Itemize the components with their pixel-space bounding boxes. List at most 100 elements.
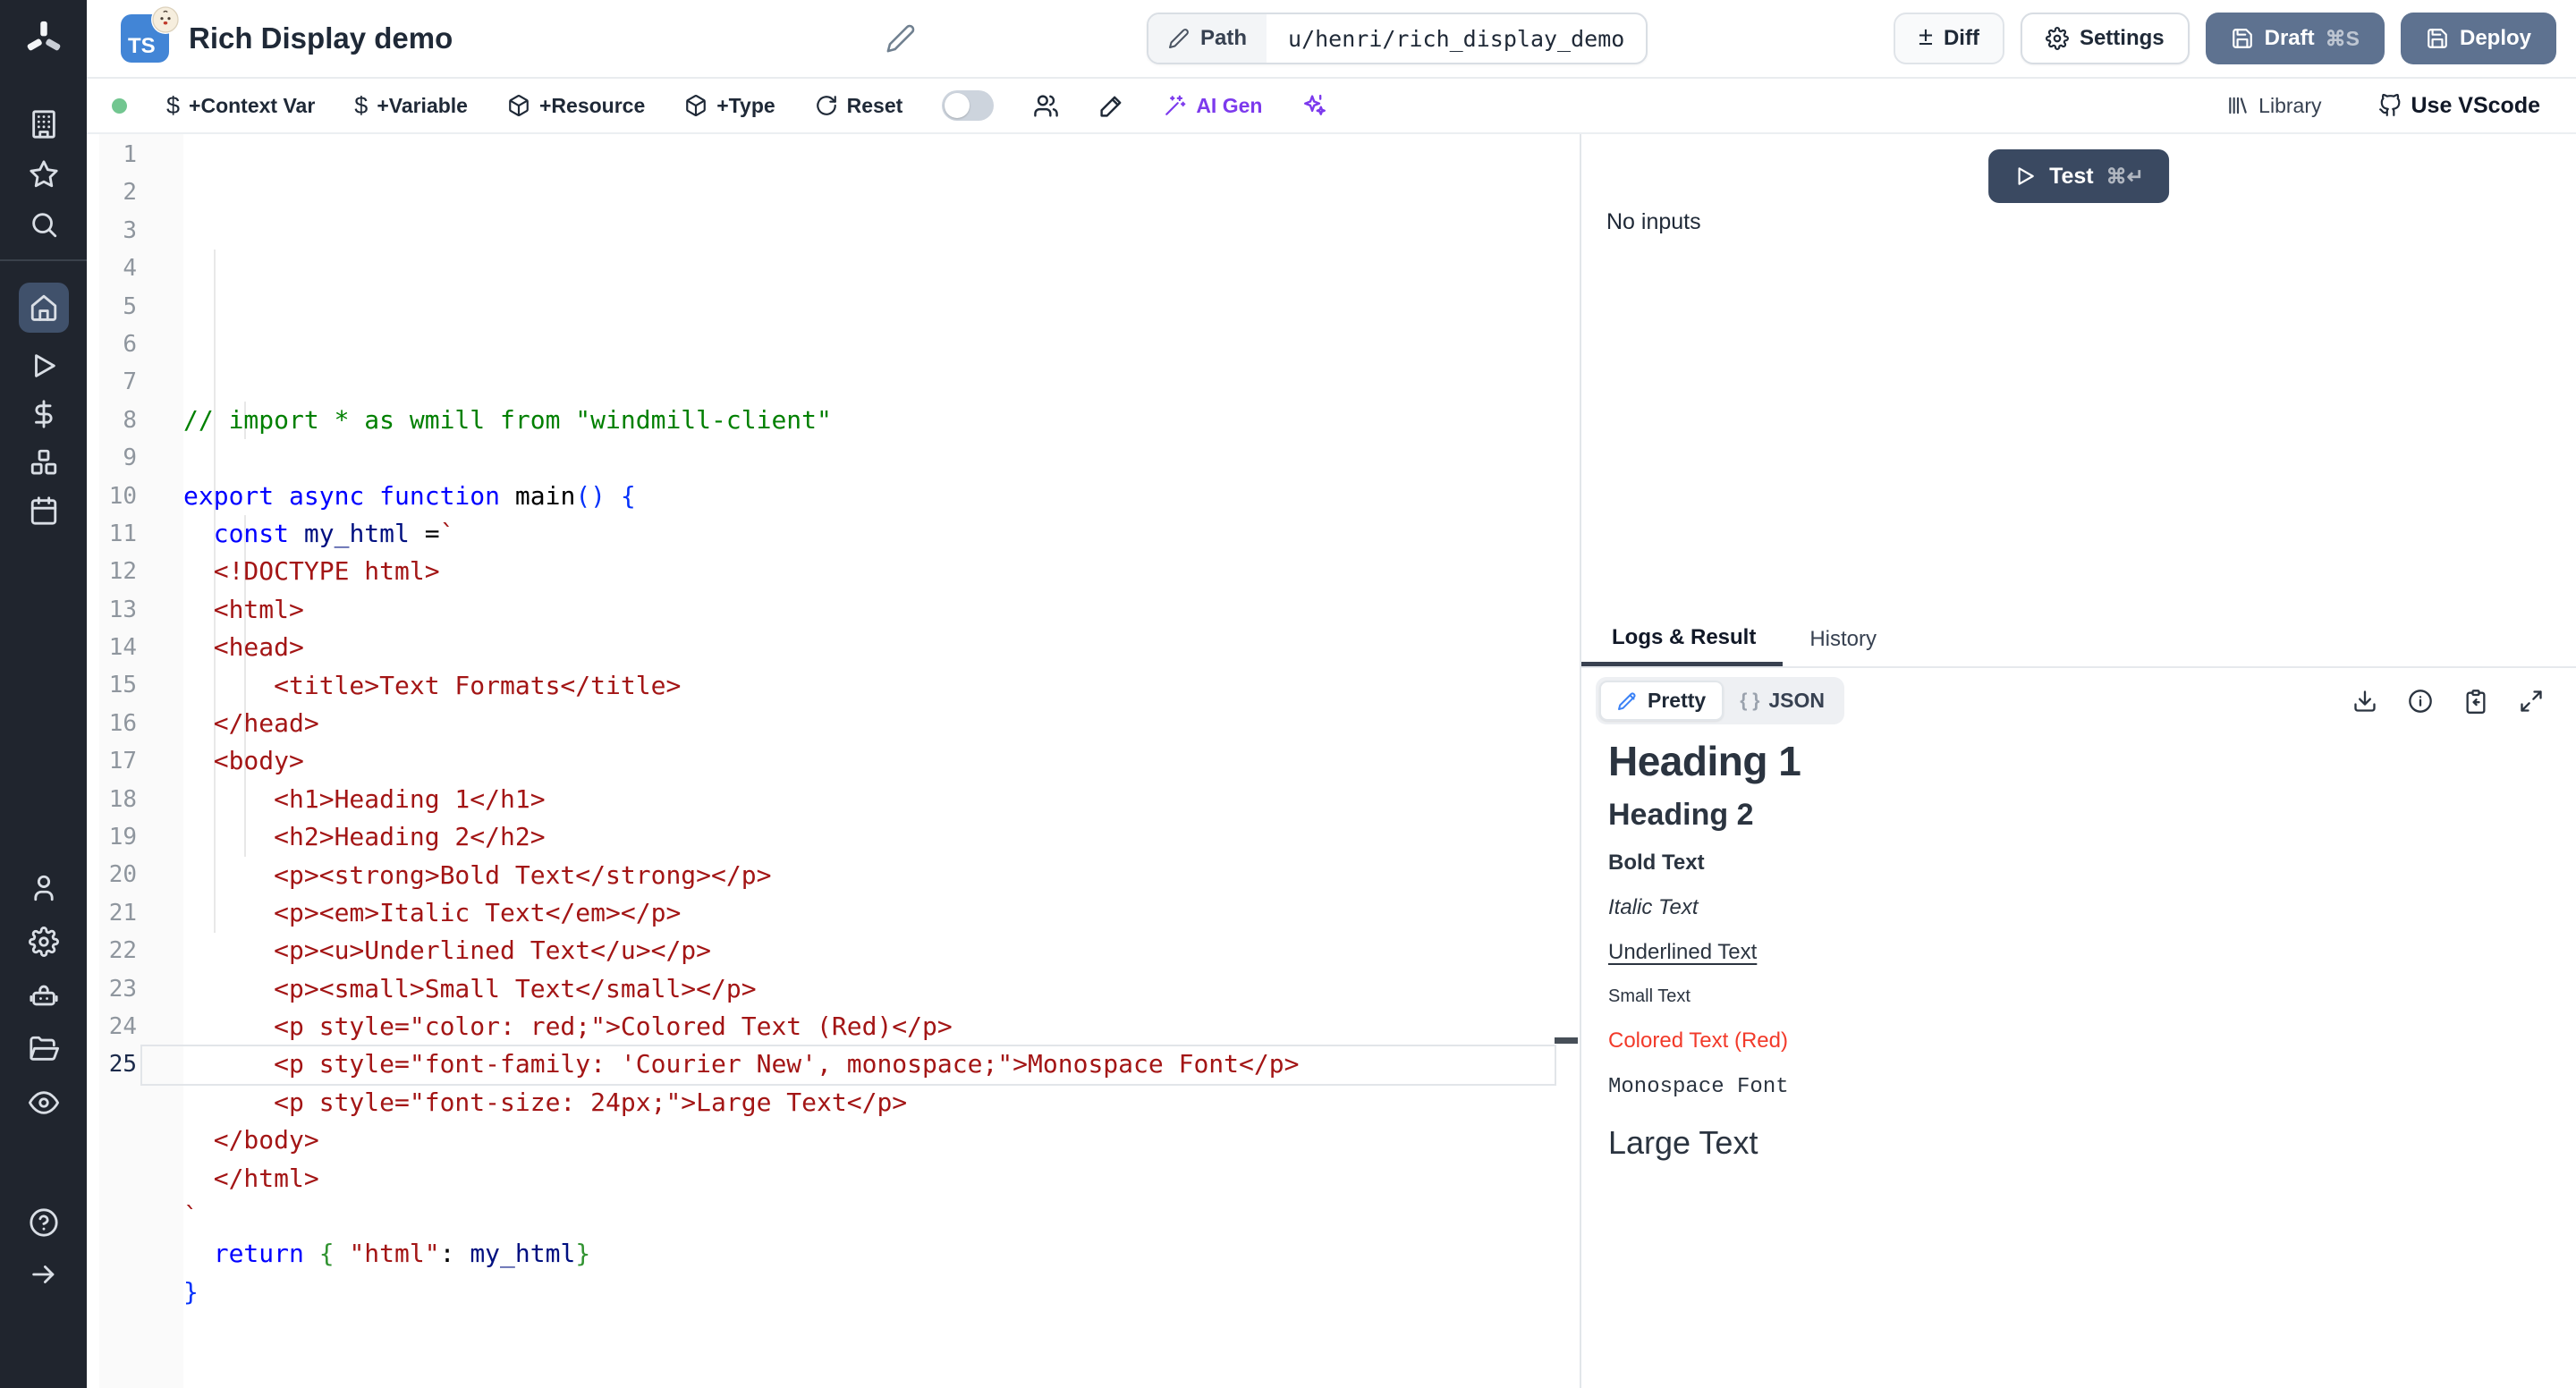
windmill-logo[interactable] — [0, 0, 87, 79]
ai-gen-button[interactable]: AI Gen — [1164, 94, 1262, 118]
top-header: TS Rich Display demo Path u/henri/rich_d… — [87, 0, 2576, 79]
line-number: 14 — [99, 629, 183, 666]
eye-icon — [29, 1088, 59, 1118]
library-button[interactable]: Library — [2226, 94, 2321, 118]
code-line: <title>Text Formats</title> — [183, 667, 1580, 705]
code-line: } — [183, 1274, 1580, 1311]
search-icon — [29, 209, 59, 240]
code-editor[interactable]: 1234567891011121314151617181920212223242… — [87, 134, 1580, 1388]
result-line-underline: Underlined Text — [1608, 940, 2558, 965]
line-number: 23 — [99, 970, 183, 1008]
line-number: 5 — [99, 288, 183, 326]
result-line-small: Small Text — [1608, 986, 2558, 1007]
edit-title-pencil-icon[interactable] — [886, 23, 916, 54]
page-title: Rich Display demo — [189, 21, 453, 55]
sidebar-item-folders[interactable] — [19, 1034, 69, 1064]
draft-button[interactable]: Draft ⌘S — [2206, 13, 2385, 64]
code-line: // import * as wmill from "windmill-clie… — [183, 402, 1580, 439]
view-toggle: Pretty { } JSON — [1596, 677, 1844, 724]
pretty-toggle-button[interactable]: Pretty — [1599, 681, 1724, 721]
rendered-result: Heading 1Heading 2Bold TextItalic TextUn… — [1581, 732, 2576, 1162]
code-line: <p style="font-size: 24px;">Large Text</… — [183, 1084, 1580, 1121]
sparkles-icon — [1301, 93, 1327, 119]
line-number: 24 — [99, 1008, 183, 1045]
code-line: <p><small>Small Text</small></p> — [183, 970, 1580, 1008]
sidebar-item-variables[interactable] — [19, 399, 69, 429]
sidebar-item-search[interactable] — [19, 209, 69, 240]
deploy-button[interactable]: Deploy — [2401, 13, 2556, 64]
editor-toolbar: $ +Context Var $ +Variable +Resource +Ty… — [87, 79, 2576, 134]
download-icon[interactable] — [2352, 689, 2377, 714]
sidebar-item-favorites[interactable] — [19, 159, 69, 190]
line-number: 7 — [99, 363, 183, 401]
code-area[interactable]: // import * as wmill from "windmill-clie… — [183, 134, 1580, 1388]
code-line: <!DOCTYPE html> — [183, 553, 1580, 590]
diff-button[interactable]: ± Diff — [1894, 13, 2004, 64]
tab-logs-result[interactable]: Logs & Result — [1581, 613, 1783, 666]
line-number: 15 — [99, 666, 183, 704]
sidebar-item-help[interactable] — [19, 1207, 69, 1238]
line-number: 4 — [99, 250, 183, 287]
path-control[interactable]: Path u/henri/rich_display_demo — [1147, 13, 1648, 64]
json-toggle-button[interactable]: { } JSON — [1724, 682, 1841, 719]
expand-icon[interactable] — [2519, 689, 2544, 714]
add-type-button[interactable]: +Type — [684, 94, 775, 118]
line-number: 8 — [99, 402, 183, 439]
ai-gen-label: AI Gen — [1196, 94, 1262, 118]
add-variable-button[interactable]: $ +Variable — [354, 92, 468, 120]
library-icon — [2226, 94, 2250, 117]
refresh-icon — [815, 94, 838, 117]
run-result-panel: Test ⌘↵ No inputs Logs & Result History … — [1581, 134, 2576, 1388]
star-icon — [29, 159, 59, 190]
sidebar-item-audit[interactable] — [19, 1088, 69, 1118]
braces-icon: { } — [1740, 690, 1759, 712]
ai-sparkles-button[interactable] — [1301, 93, 1327, 119]
magic-wand-icon — [1164, 94, 1187, 117]
pen-icon — [1617, 690, 1639, 712]
sidebar-item-home[interactable] — [19, 283, 69, 333]
typescript-badge: TS — [121, 14, 169, 63]
collab-toggle[interactable] — [942, 90, 994, 121]
pretty-label: Pretty — [1648, 689, 1706, 713]
play-icon — [29, 351, 59, 381]
settings-button[interactable]: Settings — [2021, 13, 2190, 64]
robot-icon — [29, 980, 59, 1011]
copy-result-icon[interactable] — [2463, 689, 2488, 714]
users-icon — [1033, 93, 1059, 119]
sidebar-item-workers[interactable] — [19, 980, 69, 1011]
sidebar-item-users[interactable] — [19, 873, 69, 903]
use-vscode-button[interactable]: Use VScode — [2378, 93, 2540, 119]
add-context-var-label: +Context Var — [189, 94, 315, 118]
app-window: TS Rich Display demo Path u/henri/rich_d… — [0, 0, 2576, 1388]
info-icon[interactable] — [2408, 689, 2433, 714]
tab-history[interactable]: History — [1783, 613, 1903, 666]
multiplayer-button[interactable] — [1033, 93, 1059, 119]
sidebar — [0, 0, 87, 1388]
code-line: return { "html": my_html} — [183, 1235, 1580, 1273]
path-label-segment: Path — [1148, 14, 1267, 63]
plus-minus-icon: ± — [1919, 24, 1933, 50]
sidebar-item-workspace[interactable] — [19, 109, 69, 140]
folder-open-icon — [29, 1034, 59, 1064]
code-line: <p style="font-family: 'Courier New', mo… — [183, 1045, 1580, 1083]
sidebar-collapse[interactable] — [19, 1259, 69, 1290]
result-line-italic: Italic Text — [1608, 895, 2558, 920]
sidebar-item-runs[interactable] — [19, 351, 69, 381]
code-line: <p><em>Italic Text</em></p> — [183, 894, 1580, 932]
sidebar-item-settings[interactable] — [19, 927, 69, 957]
test-button[interactable]: Test ⌘↵ — [1988, 149, 2169, 203]
test-button-label: Test — [2049, 164, 2094, 190]
add-context-var-button[interactable]: $ +Context Var — [166, 92, 315, 120]
path-value[interactable]: u/henri/rich_display_demo — [1267, 14, 1646, 63]
code-line: <p><strong>Bold Text</strong></p> — [183, 857, 1580, 894]
overview-ruler-cursor[interactable] — [1555, 1037, 1578, 1044]
reset-button[interactable]: Reset — [815, 94, 903, 118]
sidebar-item-resources[interactable] — [19, 447, 69, 478]
add-resource-button[interactable]: +Resource — [507, 94, 645, 118]
test-kbd-hint: ⌘↵ — [2106, 165, 2144, 189]
code-line: const my_html =` — [183, 515, 1580, 553]
code-line: <html> — [183, 591, 1580, 629]
format-code-button[interactable] — [1098, 93, 1124, 119]
add-type-label: +Type — [716, 94, 775, 118]
sidebar-item-schedules[interactable] — [19, 495, 69, 526]
